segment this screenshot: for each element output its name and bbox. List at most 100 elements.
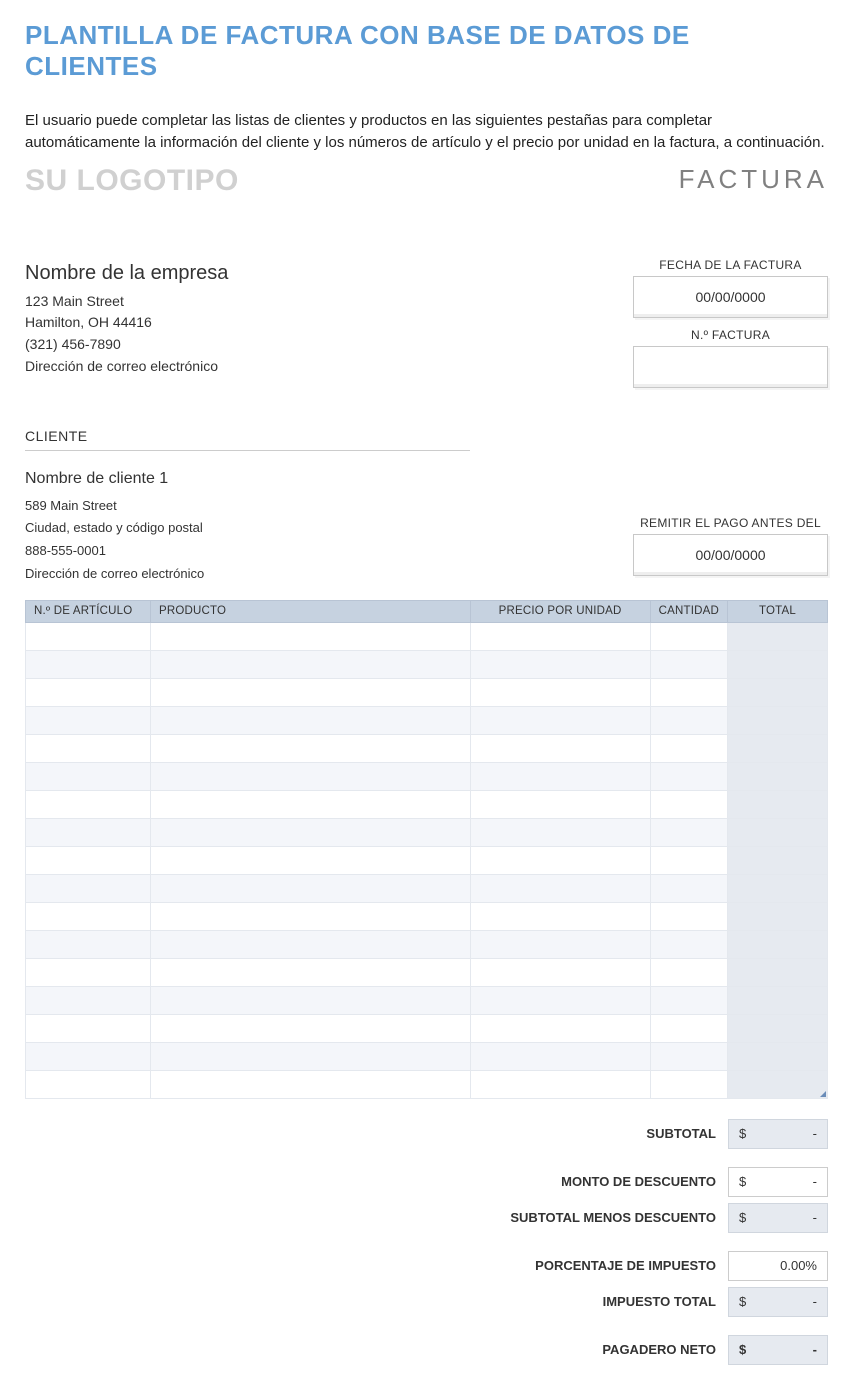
client-phone: 888-555-0001 [25, 540, 204, 563]
table-row [26, 1014, 828, 1042]
table-cell[interactable] [650, 790, 727, 818]
table-row [26, 1042, 828, 1070]
table-cell[interactable] [26, 930, 151, 958]
table-cell[interactable] [650, 706, 727, 734]
table-cell[interactable] [26, 1070, 151, 1098]
table-cell[interactable] [470, 1014, 650, 1042]
table-cell[interactable] [26, 706, 151, 734]
table-cell[interactable] [650, 678, 727, 706]
logo-placeholder: SU LOGOTIPO [25, 164, 239, 198]
table-cell[interactable] [470, 986, 650, 1014]
table-cell [728, 958, 828, 986]
table-cell[interactable] [26, 678, 151, 706]
table-cell [728, 1014, 828, 1042]
table-row [26, 986, 828, 1014]
table-row [26, 622, 828, 650]
table-cell[interactable] [151, 622, 471, 650]
tax-total-value: $ - [728, 1287, 828, 1317]
table-row [26, 818, 828, 846]
table-row [26, 762, 828, 790]
table-cell [728, 790, 828, 818]
table-cell[interactable] [26, 622, 151, 650]
table-cell[interactable] [151, 930, 471, 958]
table-cell[interactable] [151, 706, 471, 734]
invoice-no-label: N.º FACTURA [633, 328, 828, 342]
invoice-date-field[interactable]: 00/00/0000 [633, 276, 828, 318]
table-cell [728, 706, 828, 734]
tax-pct-value[interactable]: 0.00% [728, 1251, 828, 1281]
table-cell[interactable] [650, 622, 727, 650]
table-cell[interactable] [650, 1070, 727, 1098]
table-row [26, 874, 828, 902]
table-cell[interactable] [470, 790, 650, 818]
totals-block: SUBTOTAL $ - MONTO DE DESCUENTO $ - SUBT… [428, 1119, 828, 1365]
table-cell[interactable] [26, 818, 151, 846]
discount-value[interactable]: $ - [728, 1167, 828, 1197]
table-cell[interactable] [26, 650, 151, 678]
col-unit-price: PRECIO POR UNIDAD [470, 600, 650, 622]
company-block: Nombre de la empresa 123 Main Street Ham… [25, 258, 228, 378]
table-cell[interactable] [26, 846, 151, 874]
table-cell[interactable] [151, 650, 471, 678]
table-cell[interactable] [151, 846, 471, 874]
table-cell[interactable] [26, 958, 151, 986]
table-cell[interactable] [151, 734, 471, 762]
table-cell[interactable] [470, 734, 650, 762]
table-cell[interactable] [151, 818, 471, 846]
table-cell[interactable] [650, 1014, 727, 1042]
company-address-1: 123 Main Street [25, 291, 228, 313]
table-cell[interactable] [650, 902, 727, 930]
table-cell[interactable] [470, 706, 650, 734]
table-cell[interactable] [650, 930, 727, 958]
table-cell[interactable] [470, 846, 650, 874]
table-cell[interactable] [650, 874, 727, 902]
col-article-no: N.º DE ARTÍCULO [26, 600, 151, 622]
table-cell[interactable] [470, 930, 650, 958]
table-cell[interactable] [151, 958, 471, 986]
table-cell[interactable] [151, 790, 471, 818]
table-row [26, 790, 828, 818]
table-cell[interactable] [26, 874, 151, 902]
table-cell[interactable] [470, 678, 650, 706]
table-cell[interactable] [151, 762, 471, 790]
table-cell[interactable] [650, 650, 727, 678]
invoice-date-label: FECHA DE LA FACTURA [633, 258, 828, 272]
table-row [26, 734, 828, 762]
table-cell[interactable] [470, 958, 650, 986]
table-cell[interactable] [650, 818, 727, 846]
table-cell[interactable] [470, 1070, 650, 1098]
payment-due-field[interactable]: 00/00/0000 [633, 534, 828, 576]
table-cell[interactable] [470, 762, 650, 790]
table-cell[interactable] [26, 790, 151, 818]
table-cell [728, 1042, 828, 1070]
table-cell[interactable] [151, 986, 471, 1014]
table-cell[interactable] [26, 1042, 151, 1070]
table-cell[interactable] [650, 762, 727, 790]
table-cell[interactable] [151, 1070, 471, 1098]
table-cell[interactable] [470, 818, 650, 846]
table-cell[interactable] [650, 986, 727, 1014]
table-cell[interactable] [26, 1014, 151, 1042]
table-cell[interactable] [650, 846, 727, 874]
table-cell[interactable] [650, 958, 727, 986]
document-type-label: FACTURA [679, 164, 828, 195]
table-cell[interactable] [26, 734, 151, 762]
table-row [26, 958, 828, 986]
table-cell[interactable] [650, 1042, 727, 1070]
table-cell[interactable] [151, 874, 471, 902]
table-cell[interactable] [470, 902, 650, 930]
table-cell[interactable] [151, 678, 471, 706]
table-cell[interactable] [151, 1014, 471, 1042]
table-cell[interactable] [151, 1042, 471, 1070]
table-cell[interactable] [470, 650, 650, 678]
table-cell[interactable] [26, 762, 151, 790]
table-cell[interactable] [26, 902, 151, 930]
table-cell[interactable] [26, 986, 151, 1014]
table-cell[interactable] [470, 1042, 650, 1070]
invoice-no-field[interactable] [633, 346, 828, 388]
table-cell[interactable] [470, 622, 650, 650]
table-cell[interactable] [470, 874, 650, 902]
line-items-table: N.º DE ARTÍCULO PRODUCTO PRECIO POR UNID… [25, 600, 828, 1099]
table-cell[interactable] [650, 734, 727, 762]
table-cell[interactable] [151, 902, 471, 930]
